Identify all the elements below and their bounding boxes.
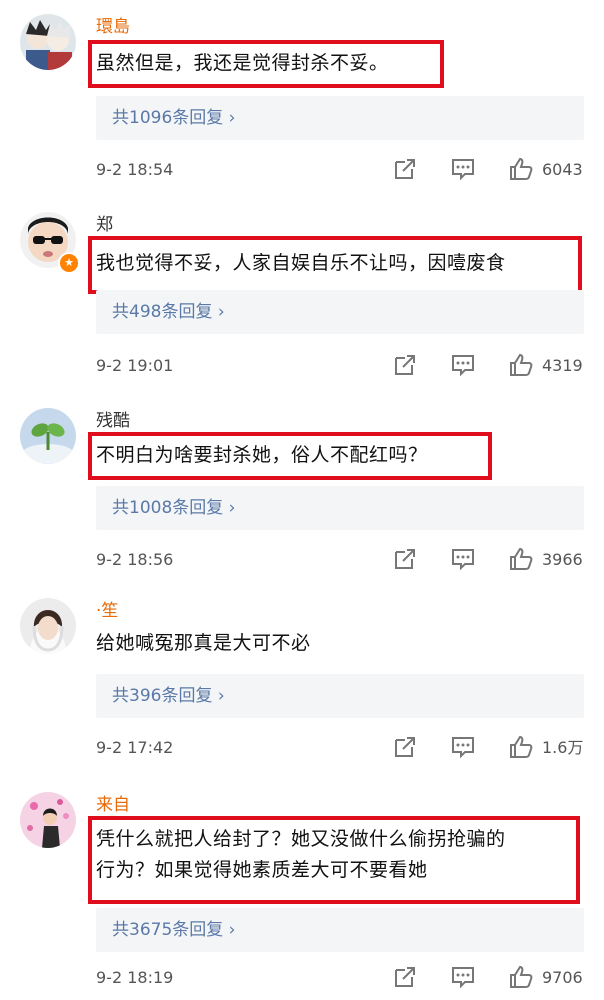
replies-link[interactable]: 共1096条回复 › — [96, 96, 584, 140]
comment-text: 给她喊冤那真是大可不必 — [96, 632, 311, 654]
like-icon[interactable] — [508, 352, 534, 378]
like-count: 6043 — [542, 160, 583, 179]
avatar[interactable] — [20, 792, 76, 848]
like-icon[interactable] — [508, 546, 534, 572]
timestamp: 9-2 18:19 — [96, 968, 174, 987]
comment-meta: 9-2 18:54 6043 — [96, 156, 590, 184]
avatar[interactable] — [20, 598, 76, 654]
timestamp: 9-2 18:54 — [96, 160, 174, 179]
comment-meta: 9-2 19:01 4319 — [96, 352, 590, 380]
replies-link[interactable]: 共1008条回复 › — [96, 486, 584, 530]
avatar[interactable] — [20, 408, 76, 464]
comment-icon[interactable] — [450, 352, 476, 378]
like-count: 9706 — [542, 968, 583, 987]
comment-icon[interactable] — [450, 734, 476, 760]
username[interactable]: 郑 — [96, 214, 113, 236]
like-icon[interactable] — [508, 156, 534, 182]
replies-link[interactable]: 共498条回复 › — [96, 290, 584, 334]
avatar[interactable] — [20, 14, 76, 70]
comment-meta: 9-2 18:56 3966 — [96, 546, 590, 574]
share-icon[interactable] — [392, 964, 418, 990]
replies-link[interactable]: 共3675条回复 › — [96, 908, 584, 952]
comment-text: 我也觉得不妥，人家自娱自乐不让吗，因噎废食 — [96, 252, 506, 274]
like-icon[interactable] — [508, 734, 534, 760]
comment-icon[interactable] — [450, 156, 476, 182]
timestamp: 9-2 17:42 — [96, 738, 174, 757]
verified-badge-icon: ★ — [58, 252, 80, 274]
share-icon[interactable] — [392, 546, 418, 572]
username[interactable]: 環島 — [96, 16, 130, 38]
comment-text: 不明白为啥要封杀她，俗人不配红吗？ — [96, 444, 428, 466]
timestamp: 9-2 19:01 — [96, 356, 174, 375]
username[interactable]: 残酷 — [96, 410, 130, 432]
username[interactable]: ·笙 — [96, 600, 118, 622]
share-icon[interactable] — [392, 734, 418, 760]
share-icon[interactable] — [392, 156, 418, 182]
share-icon[interactable] — [392, 352, 418, 378]
comment-text: 虽然但是，我还是觉得封杀不妥。 — [96, 52, 389, 74]
comment-text: 凭什么就把人给封了？她又没做什么偷拐抢骗的 行为？如果觉得她素质差大可不要看她 — [96, 828, 506, 881]
comment-meta: 9-2 17:42 1.6万 — [96, 734, 590, 762]
like-icon[interactable] — [508, 964, 534, 990]
timestamp: 9-2 18:56 — [96, 550, 174, 569]
username[interactable]: 来自 — [96, 794, 130, 816]
comment-icon[interactable] — [450, 546, 476, 572]
comment-meta: 9-2 18:19 9706 — [96, 964, 590, 992]
like-count: 3966 — [542, 550, 583, 569]
like-count: 4319 — [542, 356, 583, 375]
comment-icon[interactable] — [450, 964, 476, 990]
replies-link[interactable]: 共396条回复 › — [96, 674, 584, 718]
like-count: 1.6万 — [542, 738, 584, 757]
